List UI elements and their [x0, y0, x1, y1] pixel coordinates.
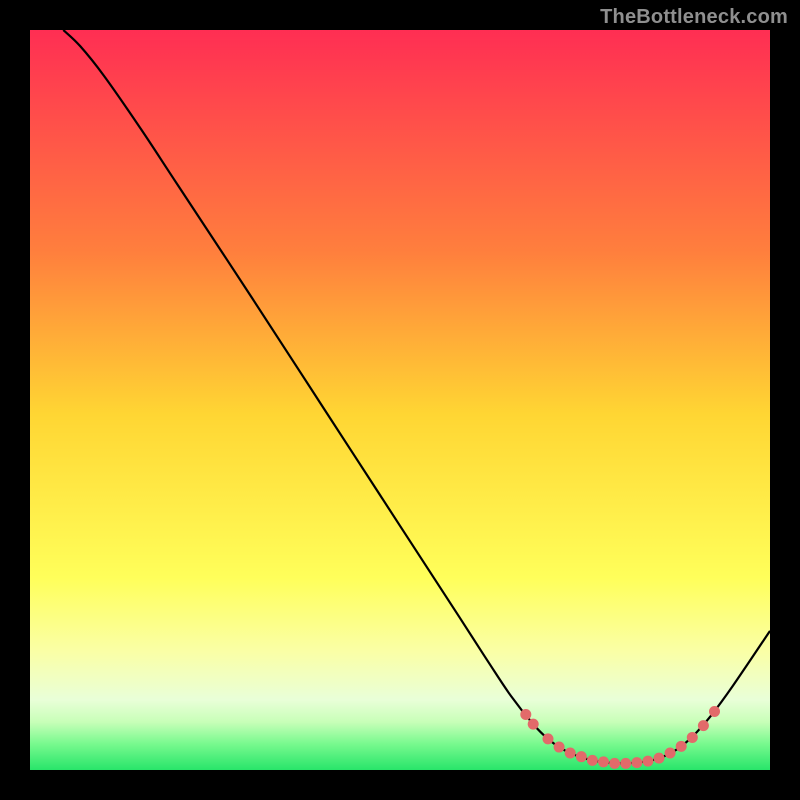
chart-frame: TheBottleneck.com	[0, 0, 800, 800]
highlight-dot	[620, 758, 631, 769]
watermark-label: TheBottleneck.com	[600, 6, 788, 29]
gradient-background	[30, 30, 770, 770]
highlight-dot	[565, 747, 576, 758]
highlight-dot	[576, 751, 587, 762]
highlight-dot	[587, 755, 598, 766]
highlight-dot	[543, 733, 554, 744]
highlight-dot	[598, 756, 609, 767]
highlight-dot	[698, 720, 709, 731]
highlight-dot	[554, 742, 565, 753]
highlight-dot	[654, 753, 665, 764]
highlight-dot	[609, 758, 620, 769]
highlight-dot	[676, 741, 687, 752]
highlight-dot	[520, 709, 531, 720]
highlight-dot	[665, 747, 676, 758]
highlight-dot	[528, 719, 539, 730]
highlight-dot	[631, 757, 642, 768]
highlight-dot	[642, 756, 653, 767]
highlight-dot	[687, 732, 698, 743]
chart-plot	[30, 30, 770, 770]
highlight-dot	[709, 706, 720, 717]
